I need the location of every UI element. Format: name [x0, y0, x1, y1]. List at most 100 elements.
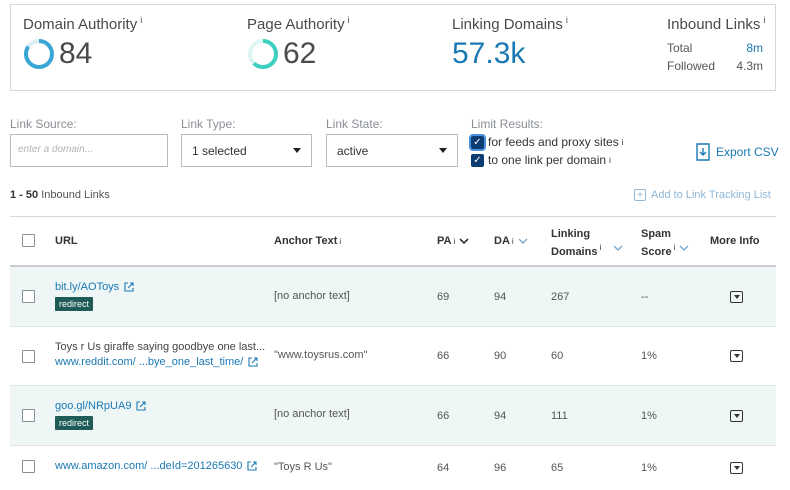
table-row: www.amazon.com/ ...deId=201265630 "Toys …	[10, 446, 776, 488]
link-type-select[interactable]: 1 selected	[181, 134, 312, 167]
limit-results-label: Limit Results:	[471, 117, 544, 131]
row-url-link[interactable]: bit.ly/AOToys	[55, 281, 134, 293]
link-state-label: Link State:	[326, 117, 383, 131]
select-all-checkbox[interactable]	[22, 234, 35, 247]
row-anchor-text: "Toys R Us"	[274, 461, 332, 473]
chevron-down-icon	[733, 414, 740, 418]
row-checkbox[interactable]	[22, 350, 35, 363]
results-range: 1 - 50 Inbound Links	[10, 189, 110, 201]
linking-domains-title: Linking Domains i	[452, 15, 568, 33]
link-state-select[interactable]: active	[326, 134, 458, 167]
col-linking-domains[interactable]: Linking Domains i	[551, 228, 623, 259]
info-icon[interactable]: i	[453, 237, 455, 246]
limit-one-per-domain-option[interactable]: ✓ to one link per domain i	[471, 153, 611, 167]
info-icon[interactable]: i	[140, 15, 142, 25]
row-linking-domains: 65	[551, 462, 564, 474]
link-source-label: Link Source:	[10, 117, 77, 131]
link-type-label: Link Type:	[181, 117, 236, 131]
download-icon	[696, 143, 710, 161]
chevron-down-icon	[733, 295, 740, 299]
row-anchor-text: [no anchor text]	[274, 290, 350, 302]
external-link-icon	[248, 357, 258, 367]
row-linking-domains: 111	[551, 410, 568, 422]
info-icon[interactable]: i	[566, 15, 568, 25]
row-pa: 66	[437, 350, 450, 362]
col-da[interactable]: DA i	[494, 235, 528, 247]
row-da: 96	[494, 462, 507, 474]
row-spam-score: 1%	[641, 350, 657, 362]
inbound-links-metric: Inbound Links i Total 8m Followed 4.3m	[667, 15, 765, 75]
row-spam-score: 1%	[641, 410, 657, 422]
info-icon[interactable]: i	[599, 243, 601, 252]
row-spam-score: 1%	[641, 462, 657, 474]
external-link-icon	[247, 461, 257, 471]
domain-authority-ring	[24, 39, 54, 69]
row-pa: 64	[437, 462, 450, 474]
row-linking-domains: 60	[551, 350, 564, 362]
table-header: URL Anchor Text i PA i DA i Linking Domains i…	[10, 216, 776, 267]
table-row: goo.gl/NRpUA9 redirect [no anchor text] …	[10, 386, 776, 446]
row-pa: 66	[437, 410, 450, 422]
row-url-link[interactable]: www.amazon.com/ ...deId=201265630	[55, 460, 257, 472]
col-spam-score[interactable]: Spam Score i	[641, 228, 689, 259]
info-icon[interactable]: i	[609, 156, 611, 165]
col-pa[interactable]: PA i	[437, 235, 469, 247]
chevron-down-icon	[733, 466, 740, 470]
row-url-link[interactable]: www.reddit.com/ ...bye_one_last_time/	[55, 356, 265, 368]
row-anchor-text: [no anchor text]	[274, 408, 350, 420]
row-spam-score: --	[641, 291, 649, 303]
sort-icon	[518, 238, 528, 244]
expand-row-button[interactable]	[730, 462, 743, 474]
row-linking-domains: 267	[551, 291, 570, 303]
add-to-tracking-button[interactable]: + Add to Link Tracking List	[634, 189, 771, 201]
caret-down-icon	[439, 148, 447, 153]
info-icon[interactable]: i	[348, 15, 350, 25]
external-link-icon	[124, 282, 134, 292]
domain-authority-title: Domain Authority i	[23, 15, 143, 33]
row-pa: 69	[437, 291, 450, 303]
domain-authority-metric: Domain Authority i 84	[23, 15, 142, 71]
info-icon[interactable]: i	[763, 15, 765, 25]
row-checkbox[interactable]	[22, 290, 35, 303]
row-checkbox[interactable]	[22, 409, 35, 422]
metrics-panel: Domain Authority i 84 Page Authority i 62 …	[10, 4, 776, 91]
col-url: URL	[55, 235, 78, 247]
inbound-links-table: URL Anchor Text i PA i DA i Linking Domains i…	[10, 216, 776, 488]
redirect-badge: redirect	[55, 297, 94, 311]
inbound-followed-value: 4.3m	[736, 59, 763, 73]
link-source-input[interactable]: enter a domain...	[10, 134, 168, 167]
row-da: 94	[494, 291, 507, 303]
external-link-icon	[136, 401, 146, 411]
inbound-followed-row: Followed 4.3m	[667, 59, 763, 73]
col-more-info: More Info	[710, 235, 760, 247]
expand-row-button[interactable]	[730, 410, 743, 422]
sort-icon	[679, 245, 689, 251]
domain-authority-value: 84	[59, 37, 93, 70]
table-row: Toys r Us giraffe saying goodbye one las…	[10, 327, 776, 386]
page-authority-title: Page Authority i	[247, 15, 350, 33]
page-authority-value: 62	[283, 37, 317, 70]
row-url-link[interactable]: goo.gl/NRpUA9	[55, 400, 146, 412]
caret-down-icon	[293, 148, 301, 153]
info-icon[interactable]: i	[622, 138, 624, 147]
info-icon[interactable]: i	[674, 243, 676, 252]
export-csv-button[interactable]: Export CSV	[696, 143, 779, 161]
expand-row-button[interactable]	[730, 291, 743, 303]
table-row: bit.ly/AOToys redirect [no anchor text] …	[10, 267, 776, 327]
row-checkbox[interactable]	[22, 460, 35, 473]
redirect-badge: redirect	[55, 416, 94, 430]
row-da: 94	[494, 410, 507, 422]
linking-domains-metric: Linking Domains i 57.3k	[452, 15, 568, 71]
page-authority-ring	[248, 39, 278, 69]
page-authority-metric: Page Authority i 62	[247, 15, 350, 71]
expand-row-button[interactable]	[730, 350, 743, 362]
limit-feeds-option[interactable]: ✓ for feeds and proxy sites i	[469, 133, 624, 151]
inbound-total-value[interactable]: 8m	[746, 39, 763, 57]
info-icon[interactable]: i	[339, 237, 341, 246]
one-per-domain-checkbox[interactable]: ✓	[471, 153, 484, 167]
sort-active-icon	[459, 237, 469, 244]
feeds-checkbox[interactable]: ✓	[469, 133, 486, 151]
info-icon[interactable]: i	[512, 237, 514, 246]
linking-domains-value: 57.3k	[452, 37, 526, 70]
col-anchor-text: Anchor Text i	[274, 235, 342, 247]
